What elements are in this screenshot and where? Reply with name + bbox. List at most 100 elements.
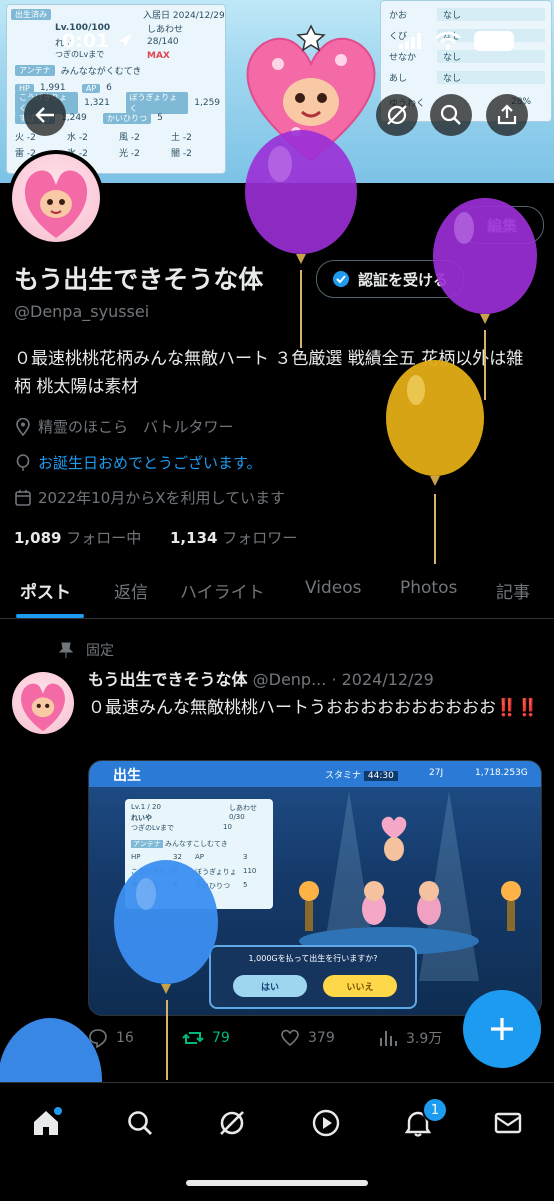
battery-icon <box>474 31 514 51</box>
game-level: Lv.1 / 20 <box>131 803 161 811</box>
plus-icon <box>491 1018 513 1040</box>
banner-happiness-value: 28/140 <box>147 37 179 47</box>
profile-birthday[interactable]: お誕生日おめでとうございます。 <box>14 452 262 473</box>
banner-max: MAX <box>147 51 170 61</box>
tab-active-indicator <box>16 614 84 618</box>
balloon-icon <box>16 453 30 471</box>
nav-grok[interactable] <box>212 1103 252 1143</box>
profile-location: 精霊のほこら バトルタワー <box>14 416 233 437</box>
game-name: れいや <box>131 814 152 822</box>
nav-messages[interactable] <box>488 1103 528 1143</box>
nav-notifications[interactable]: 1 <box>398 1097 448 1143</box>
blue-balloon <box>114 860 218 994</box>
search-icon <box>128 1111 152 1135</box>
views-button[interactable]: 3.9万 <box>378 1028 442 1048</box>
home-dot <box>54 1107 62 1115</box>
repost-icon <box>182 1032 204 1044</box>
grok-button[interactable] <box>376 94 418 136</box>
back-button[interactable] <box>24 94 66 136</box>
post-separator: · <box>331 670 337 689</box>
post-date[interactable]: 2024/12/29 <box>342 670 434 689</box>
nav-home[interactable] <box>26 1103 66 1143</box>
status-indicators <box>398 24 514 58</box>
avatar-heart-character <box>24 170 88 238</box>
compose-post-button[interactable] <box>463 990 541 1068</box>
mail-icon <box>494 1112 522 1134</box>
search-button[interactable] <box>430 94 472 136</box>
post-header: もう出生できそうな体 @Denp... · 2024/12/29 <box>88 666 544 690</box>
tab-replies[interactable]: 返信 <box>114 578 148 603</box>
display-name: もう出生できそうな体 <box>14 265 264 294</box>
heart-icon <box>281 1029 299 1047</box>
game-antenna: アンテナ みんなすこしむてき <box>131 840 228 848</box>
game-next-value: 10 <box>223 823 232 831</box>
blue-balloon <box>0 1018 102 1082</box>
game-next: つぎのLvまで <box>131 824 175 832</box>
banner-equipment-row: かお なし <box>389 7 545 21</box>
game-happiness: しあわせ <box>229 804 257 812</box>
like-button[interactable]: 379 <box>280 1028 335 1048</box>
banner-resist: 闇 -2 <box>171 148 192 159</box>
share-icon <box>497 104 517 125</box>
banner-date: 入居日 2024/12/29 <box>143 10 225 21</box>
play-circle-icon <box>312 1109 340 1137</box>
avatar-heart-character <box>21 683 65 732</box>
views-chart-icon <box>380 1031 397 1046</box>
game-dialog-text: 1,000Gを払って出生を行いますか? <box>248 954 378 963</box>
profile-handle: @Denpa_syussei <box>14 302 150 321</box>
notification-badge: 1 <box>422 1097 448 1123</box>
purple-balloon <box>433 198 537 324</box>
location-arrow-icon <box>118 34 133 48</box>
profile-joined: 2022年10月からXを利用しています <box>14 487 285 508</box>
tab-photos[interactable]: Photos <box>400 578 457 598</box>
balloon-string <box>300 270 302 348</box>
banner-antenna: アンテナ みんなながくむてき <box>15 63 141 77</box>
banner-happiness-label: しあわせ <box>147 24 184 35</box>
search-icon <box>440 104 461 125</box>
grok-icon <box>387 105 407 125</box>
banner-badge: 出生済み <box>11 7 57 21</box>
post-text: ０最速みんな無敵桃桃ハートうおおおおおおおおおお‼️‼️ <box>88 698 539 718</box>
banner-equipment-row: あし なし <box>389 70 545 84</box>
arrow-left-icon <box>35 107 54 123</box>
game-dialog: 1,000Gを払って出生を行いますか? はい いいえ <box>209 945 417 1009</box>
banner-resist: 光 -2 <box>119 148 140 159</box>
game-title: 出生 <box>113 768 141 784</box>
tab-posts[interactable]: ポスト <box>20 578 71 603</box>
post-author-name[interactable]: もう出生できそうな体 <box>88 670 248 689</box>
location-pin-icon <box>16 417 30 436</box>
tab-videos[interactable]: Videos <box>305 578 362 598</box>
tab-highlights[interactable]: ハイライト <box>180 578 265 603</box>
grok-icon <box>220 1111 244 1135</box>
home-indicator <box>186 1180 368 1186</box>
post-author-avatar[interactable] <box>12 672 74 734</box>
balloon-string <box>166 1000 168 1080</box>
profile-avatar[interactable] <box>8 150 104 246</box>
gold-balloon <box>386 360 484 486</box>
calendar-icon <box>15 489 31 506</box>
share-button[interactable] <box>486 94 528 136</box>
wifi-icon <box>435 31 461 50</box>
game-yes-button[interactable]: はい <box>233 975 307 997</box>
nav-video[interactable] <box>306 1103 346 1143</box>
balloon-string <box>434 494 436 564</box>
followers-link[interactable]: 1,134 フォロワー <box>170 527 297 548</box>
banner-resist: 水 -2 <box>67 132 88 143</box>
banner-resist: 土 -2 <box>171 132 192 143</box>
pinned-label: 固定 <box>58 640 114 660</box>
purple-balloon <box>245 130 357 264</box>
tab-articles[interactable]: 記事 <box>496 578 530 603</box>
status-time: 0:01 <box>62 24 135 58</box>
post-author-handle[interactable]: @Denp... <box>253 670 327 689</box>
game-header-bar <box>89 761 541 787</box>
game-no-button[interactable]: いいえ <box>323 975 397 997</box>
game-currency-2: 1,718.253G <box>475 768 528 778</box>
game-stamina: スタミナ 44:30 <box>325 768 398 781</box>
game-currency-1: 27J <box>429 768 444 778</box>
following-link[interactable]: 1,089 フォロー中 <box>14 527 141 548</box>
pin-icon <box>58 642 74 658</box>
repost-button[interactable]: 79 <box>182 1028 230 1048</box>
nav-search[interactable] <box>120 1103 160 1143</box>
profile-tabs: ポスト 返信 ハイライト Videos Photos 記事 <box>0 566 554 619</box>
game-happiness-value: 0/30 <box>229 813 245 821</box>
